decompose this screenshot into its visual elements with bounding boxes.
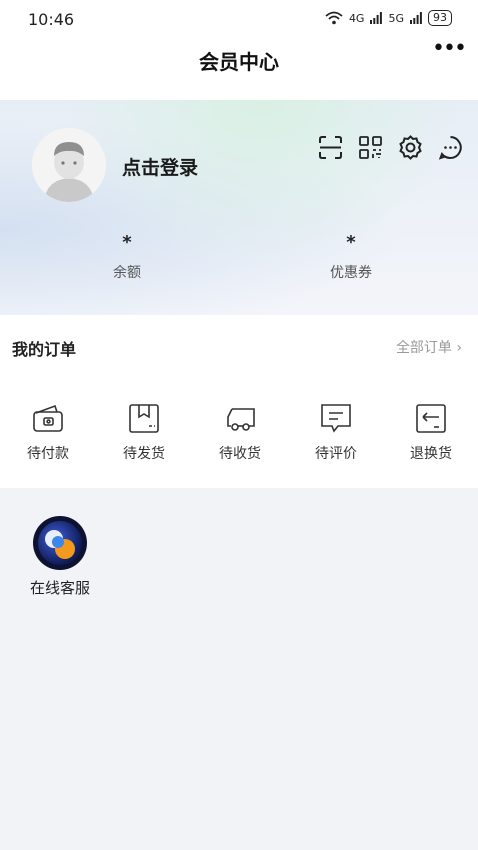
balance-label: 余额: [113, 265, 141, 281]
balance-value: *: [122, 232, 132, 253]
balance-stat[interactable]: * 余额: [67, 234, 187, 282]
order-return-exchange[interactable]: 退换货: [391, 401, 471, 463]
all-orders-link[interactable]: 全部订单 ›: [396, 337, 462, 357]
wallet-icon: [28, 401, 68, 437]
order-pending-review[interactable]: 待评价: [296, 401, 376, 463]
order-return-exchange-label: 退换货: [410, 446, 452, 462]
more-horizontal-icon[interactable]: •••: [432, 38, 467, 70]
coupon-value: *: [346, 232, 356, 253]
coupon-label: 优惠券: [330, 265, 372, 281]
signal-5g-label: 5G: [388, 11, 404, 25]
coupon-stat[interactable]: * 优惠券: [291, 234, 411, 282]
order-pending-shipment-label: 待发货: [123, 446, 165, 462]
settings-icon[interactable]: [397, 134, 424, 161]
default-avatar-icon: [32, 128, 106, 202]
status-time: 10:46: [28, 10, 75, 29]
orders-title: 我的订单: [12, 340, 77, 359]
comment-icon: [316, 401, 356, 437]
return-icon: [411, 401, 451, 437]
online-service-entry[interactable]: 在线客服: [18, 515, 102, 598]
wifi-icon: [325, 11, 343, 25]
status-bar: 10:46 4G 5G 93: [0, 0, 478, 40]
scan-icon[interactable]: [317, 134, 344, 161]
avatar[interactable]: [32, 128, 106, 202]
battery-indicator: 93: [428, 10, 452, 26]
order-pending-receipt[interactable]: 待收货: [200, 401, 280, 463]
message-icon[interactable]: [437, 134, 464, 161]
order-pending-payment[interactable]: 待付款: [8, 401, 88, 463]
profile-card: 点击登录 * 余额 * 优惠券: [0, 100, 478, 315]
truck-icon: [220, 401, 260, 437]
login-link[interactable]: 点击登录: [122, 153, 198, 180]
status-indicators: 4G 5G 93: [325, 10, 452, 26]
signal-bars-icon: [410, 12, 422, 24]
qr-code-icon[interactable]: [357, 134, 384, 161]
customer-service-logo-icon: [32, 515, 88, 571]
order-pending-review-label: 待评价: [315, 446, 357, 462]
signal-bars-icon: [370, 12, 383, 24]
top-bar: 10:46 4G 5G 93 会员中心 •••: [0, 0, 478, 100]
order-pending-payment-label: 待付款: [27, 446, 69, 462]
order-pending-receipt-label: 待收货: [219, 446, 261, 462]
signal-4g-label: 4G: [348, 11, 365, 25]
online-service-label: 在线客服: [29, 579, 90, 597]
my-orders-section: 我的订单 全部订单 › 待付款 待发货 待收货 待评价 退换货: [0, 315, 478, 488]
order-pending-shipment[interactable]: 待发货: [104, 401, 184, 463]
package-icon: [124, 401, 164, 437]
page-title: 会员中心: [199, 50, 279, 74]
profile-toolbar: [317, 134, 464, 161]
